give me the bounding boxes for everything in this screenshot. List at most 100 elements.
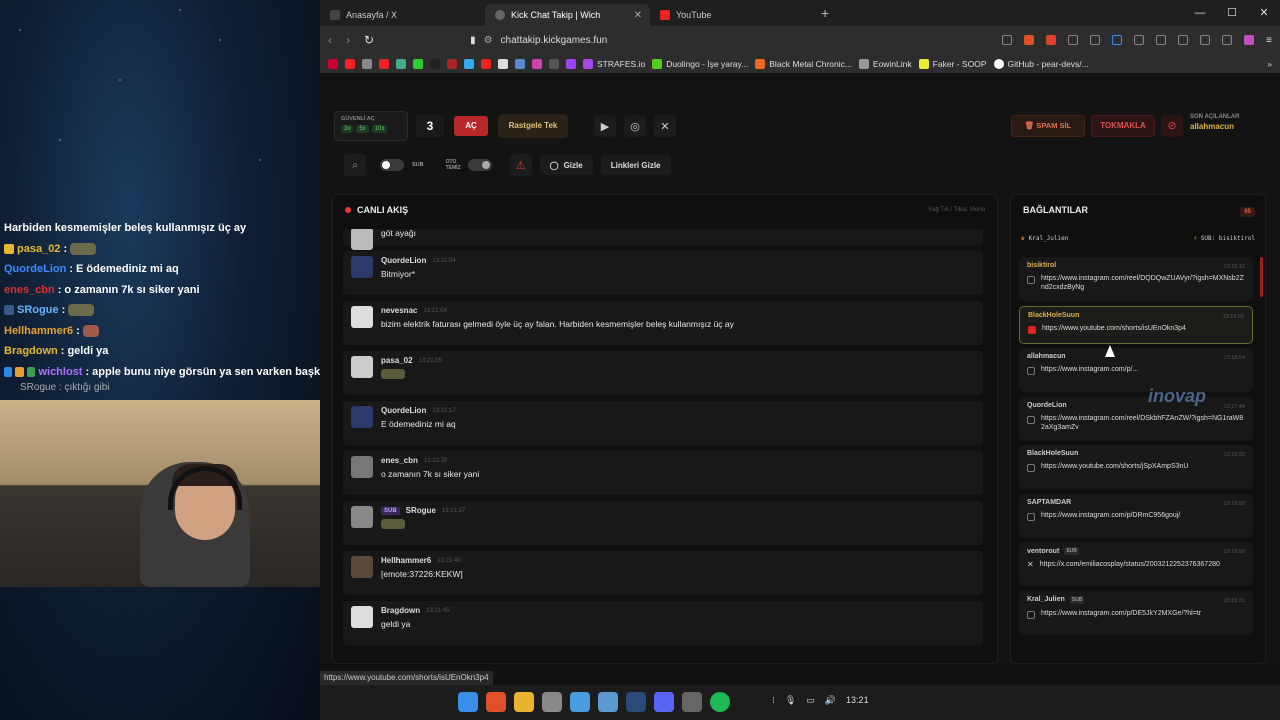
link-card[interactable]: bisiktirol 13:19:12 https://www.instagra… [1019,257,1253,301]
brave-shield-icon[interactable] [1024,35,1035,45]
profile-icon[interactable] [1244,35,1255,45]
pinned-user[interactable]: Kral_Julien [1029,235,1069,242]
bookmark-icon[interactable] [447,58,457,69]
message-row[interactable]: QuordeLion 13:21:04 Bitmiyor* [343,251,983,295]
tab-kick-chat[interactable]: Kick Chat Takip | Wich ✕ [485,4,650,26]
bookmark-faker[interactable]: Faker - SOOP [918,58,987,69]
link-url[interactable]: https://www.youtube.com/shorts/jSpXAmpS3… [1041,462,1188,471]
volume-icon[interactable]: 🔊 [825,695,836,706]
windows-start-icon[interactable] [458,692,478,712]
more-bookmarks-icon[interactable]: » [1267,59,1272,69]
link-user[interactable]: QuordeLion [1027,402,1067,409]
multiplier-5x-button[interactable]: 5x [356,125,369,133]
message-user[interactable]: QuordeLion [381,256,426,265]
link-card[interactable]: SAPTAMDAR 13:15:58 https://www.instagram… [1019,493,1253,538]
message-row[interactable]: pasa_02 13:21:05 [343,351,983,395]
url-field[interactable]: ▮ ⚙ chattakip.kickgames.fun [470,35,988,46]
message-user[interactable]: Bragdown [381,606,420,615]
photos-icon[interactable] [570,692,590,712]
last-opened-user[interactable]: allahmacun [1190,122,1239,131]
sidebar-icon[interactable] [1178,35,1189,45]
share-icon[interactable] [1002,35,1013,45]
youtube-icon[interactable] [379,58,389,69]
bookmark-icon[interactable]: ▮ [470,35,476,46]
link-url[interactable]: https://x.com/emiliacosplay/status/20032… [1040,560,1220,569]
extension-icon[interactable] [1112,35,1123,45]
multiplier-10x-button[interactable]: 10x [371,125,388,133]
link-url[interactable]: https://www.instagram.com/p/DRmC956gouj/ [1041,511,1180,520]
steam-icon[interactable] [626,692,646,712]
twitch-icon[interactable] [566,58,576,69]
youtube-icon[interactable] [345,58,355,69]
link-user[interactable]: ventorout [1027,548,1059,555]
site-info-icon[interactable]: ⚙ [484,35,493,46]
message-user[interactable]: QuordeLion [381,406,426,415]
minimize-icon[interactable]: — [1184,0,1216,26]
bookmark-icon[interactable] [464,58,474,69]
link-user[interactable]: allahmacun [1027,353,1066,360]
discord-icon[interactable] [654,692,674,712]
tokmakla-button[interactable]: TOKMAKLA [1091,115,1155,137]
spotify-icon[interactable] [710,692,730,712]
new-tab-button[interactable]: + [821,5,829,21]
link-url[interactable]: https://www.instagram.com/p/DE5JkY2MXGe/… [1041,609,1201,618]
puzzle-icon[interactable] [1134,35,1145,45]
message-row[interactable]: Hellhammer6 13:21:40 [emote:37226:KEKW] [343,551,983,595]
microphone-icon[interactable]: 🎙 [785,695,796,706]
back-icon[interactable]: ‹ [328,33,332,47]
x-icon[interactable] [498,58,508,69]
message-row[interactable]: göt ayağı [343,229,983,250]
link-url[interactable]: https://www.instagram.com/reel/DQDQwZUAV… [1041,274,1245,292]
link-user[interactable]: BlackHoleSuun [1027,450,1078,457]
instagram-icon[interactable] [532,58,542,69]
instagram-filter-icon[interactable]: ◎ [624,115,646,137]
extension-icon[interactable] [1090,35,1101,45]
clock[interactable]: 13:21 [846,695,869,706]
screenshot-icon[interactable] [1156,35,1167,45]
message-row[interactable]: QuordeLion 13:21:17 E ödemediniz mi aq [343,401,983,445]
app-icon[interactable] [598,692,618,712]
extension-icon[interactable] [1068,35,1079,45]
forward-icon[interactable]: › [346,33,350,47]
ban-icon[interactable]: ⊘ [1161,115,1183,137]
bookmark-strafes[interactable]: STRAFES.io [583,58,645,69]
maximize-icon[interactable]: ☐ [1216,0,1248,26]
message-user[interactable]: Hellhammer6 [381,556,431,565]
bookmark-icon[interactable] [328,58,338,69]
message-row[interactable]: enes_cbn 13:21:29 o zamanın 7k sı siker ya… [343,451,983,495]
open-count[interactable]: 3 [416,115,444,137]
link-user[interactable]: SAPTAMDAR [1027,499,1071,506]
message-row[interactable]: Bragdown 13:21:45 geldi ya [343,601,983,645]
link-url[interactable]: https://www.instagram.com/p/... [1041,365,1138,374]
wallet-icon[interactable] [1200,35,1211,45]
open-button[interactable]: AÇ [454,116,488,136]
rewards-icon[interactable] [1046,35,1057,45]
close-icon[interactable]: ✕ [634,10,642,21]
message-row[interactable]: SUB SRogue 13:21:37 [343,501,983,545]
link-card[interactable]: ventorout SUB 13:15:50 ✕ https://x.com/emi… [1019,542,1253,586]
tool-icon[interactable] [542,692,562,712]
link-user[interactable]: Kral_Julien [1027,596,1065,603]
bookmark-icon[interactable] [549,58,559,69]
bookmark-icon[interactable] [396,58,406,69]
bookmark-black-metal[interactable]: Black Metal Chronic... [755,58,852,69]
warning-icon[interactable]: ⚠ [509,154,532,176]
bookmark-icon[interactable] [413,58,423,69]
file-explorer-icon[interactable] [514,692,534,712]
message-user[interactable]: pasa_02 [381,356,413,365]
link-user[interactable]: BlackHoleSuun [1028,312,1079,319]
vpn-icon[interactable] [1222,35,1233,45]
x-filter-icon[interactable]: ✕ [654,115,676,137]
reload-icon[interactable]: ↻ [364,33,374,47]
link-card[interactable]: BlackHoleSuun 13:16:22 https://www.youtu… [1019,445,1253,489]
link-url[interactable]: https://www.youtube.com/shorts/isUEnOkn3… [1042,324,1186,333]
multiplier-3x-button[interactable]: 3x [341,125,354,133]
bookmark-duolingo[interactable]: Duolingo - İşe yaray... [652,58,748,69]
link-card[interactable]: QuordeLion 13:17:44 https://www.instagra… [1019,396,1253,441]
menu-icon[interactable]: ≡ [1266,35,1272,46]
hide-links-button[interactable]: Linkleri Gizle [600,155,671,175]
brave-icon[interactable] [486,692,506,712]
link-url[interactable]: https://www.instagram.com/reel/DSkbhFZAn… [1041,414,1245,432]
pinned-sub-user[interactable]: bisiktirol [1219,235,1255,242]
youtube-filter-icon[interactable]: ▶ [594,115,616,137]
